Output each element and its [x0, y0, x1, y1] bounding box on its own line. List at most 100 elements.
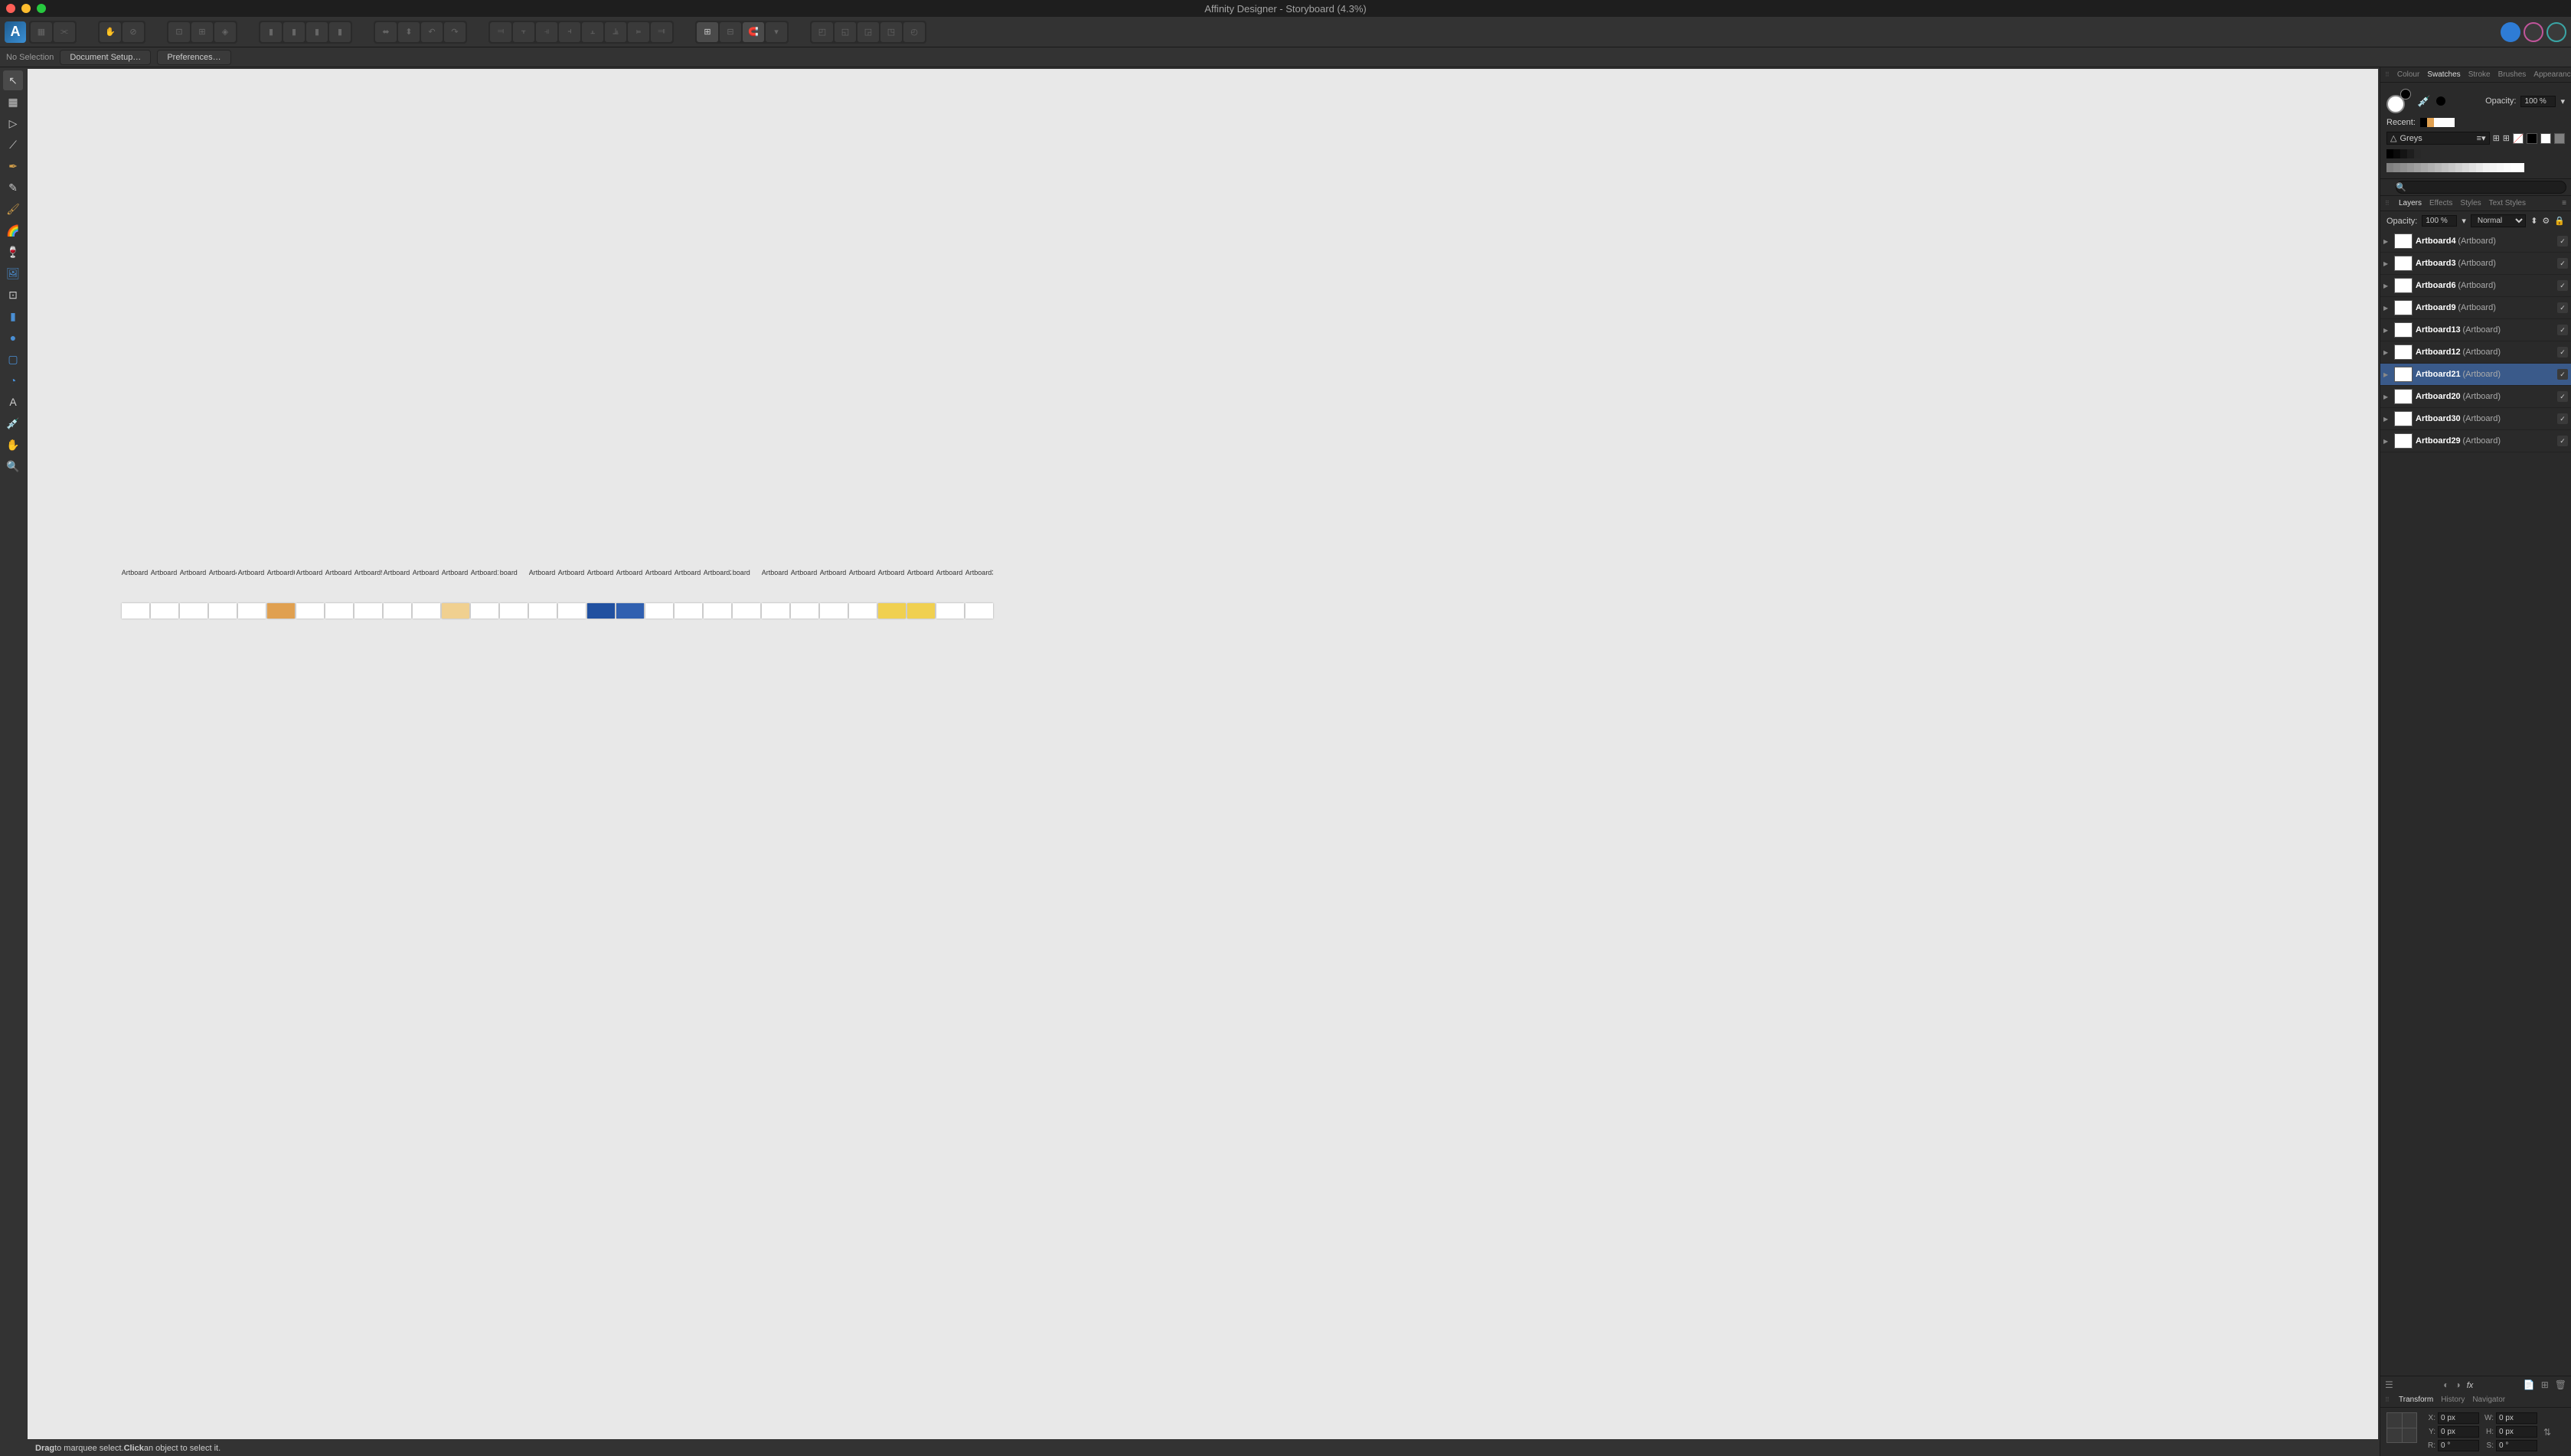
grey-swatch[interactable]: [2497, 163, 2504, 172]
flip-horizontal-icon[interactable]: ⬌: [375, 22, 397, 42]
artboard-tool-icon[interactable]: ▦: [3, 92, 23, 112]
insert-above-icon[interactable]: ◴: [903, 22, 925, 42]
expand-arrow-icon[interactable]: ▶: [2383, 393, 2391, 400]
grey-swatch[interactable]: [2386, 149, 2393, 158]
expand-arrow-icon[interactable]: ▶: [2383, 349, 2391, 356]
artboard[interactable]: [529, 603, 557, 619]
grey-swatch[interactable]: [2504, 163, 2511, 172]
artboard-label[interactable]: board: [500, 569, 528, 576]
align-middle-icon[interactable]: ⫠: [582, 22, 603, 42]
grey-swatch[interactable]: [2511, 163, 2517, 172]
text-tool-icon[interactable]: A: [3, 392, 23, 412]
designer-persona-icon[interactable]: [2501, 22, 2520, 42]
anchor-selector[interactable]: [2386, 1412, 2417, 1443]
artboard[interactable]: [878, 603, 906, 619]
artboard-label[interactable]: board: [733, 569, 760, 576]
pan-tool-icon[interactable]: ✋: [3, 435, 23, 455]
mask-icon[interactable]: ◐: [2443, 1379, 2448, 1390]
tab-brushes[interactable]: Brushes: [2498, 70, 2527, 79]
visibility-checkbox-icon[interactable]: ✓: [2557, 280, 2568, 291]
blend-gear-icon[interactable]: ⚙: [2542, 216, 2550, 226]
layer-row[interactable]: ▶Artboard13 (Artboard)✓: [2380, 319, 2571, 341]
tab-history[interactable]: History: [2441, 1396, 2465, 1404]
palette-add-icon[interactable]: ⊞: [2503, 133, 2510, 143]
artboard[interactable]: [384, 603, 411, 619]
order-back-icon[interactable]: ▮: [260, 22, 282, 42]
artboard[interactable]: [616, 603, 644, 619]
tab-swatches[interactable]: Swatches: [2427, 70, 2460, 79]
expand-arrow-icon[interactable]: ▶: [2383, 371, 2391, 378]
grey-swatch[interactable]: [2386, 163, 2393, 172]
layer-opacity-dropdown-icon[interactable]: ▾: [2462, 216, 2466, 226]
tab-navigator[interactable]: Navigator: [2472, 1396, 2505, 1404]
rectangle-tool-icon[interactable]: ▮: [3, 306, 23, 326]
visibility-checkbox-icon[interactable]: ✓: [2557, 436, 2568, 446]
align-left-icon[interactable]: ⫤: [490, 22, 511, 42]
artboard[interactable]: [558, 603, 586, 619]
add-layer-icon[interactable]: 📄: [2524, 1379, 2535, 1390]
artboard[interactable]: [296, 603, 324, 619]
artboard-label[interactable]: Artboard: [849, 569, 877, 576]
artboard-label[interactable]: Artboard: [558, 569, 586, 576]
fx-icon[interactable]: fx: [2467, 1379, 2474, 1390]
artboard[interactable]: [471, 603, 498, 619]
artboard-label[interactable]: Artboard: [936, 569, 964, 576]
swatch-search-input[interactable]: [2396, 181, 2566, 194]
recent-swatch[interactable]: [2427, 118, 2434, 127]
grey-swatch[interactable]: [2421, 163, 2428, 172]
document-setup-button[interactable]: Document Setup…: [60, 50, 151, 65]
grey-swatch[interactable]: [2448, 163, 2455, 172]
snap-diamond-icon[interactable]: ◈: [214, 22, 236, 42]
visibility-checkbox-icon[interactable]: ✓: [2557, 413, 2568, 424]
crop-tool-icon[interactable]: ⊡: [3, 285, 23, 305]
color-picker-tool-icon[interactable]: 💉: [3, 413, 23, 433]
visibility-checkbox-icon[interactable]: ✓: [2557, 302, 2568, 313]
artboard-label[interactable]: Artboard: [645, 569, 673, 576]
artboard-label[interactable]: Artboard: [907, 569, 935, 576]
grey-swatch[interactable]: [2435, 163, 2442, 172]
show-grid-icon[interactable]: ⊞: [697, 22, 718, 42]
artboard[interactable]: [733, 603, 760, 619]
layer-row[interactable]: ▶Artboard29 (Artboard)✓: [2380, 430, 2571, 452]
grey-swatch[interactable]: [2407, 149, 2414, 158]
ellipse-tool-icon[interactable]: ●: [3, 328, 23, 348]
artboard[interactable]: [209, 603, 237, 619]
w-input[interactable]: [2496, 1412, 2537, 1424]
opacity-input[interactable]: [2520, 96, 2556, 107]
artboard-label[interactable]: Artboard30: [965, 569, 993, 576]
close-button[interactable]: [6, 4, 15, 13]
opacity-dropdown-icon[interactable]: ▾: [2560, 96, 2565, 106]
pixel-persona-icon[interactable]: [2524, 22, 2543, 42]
artboard[interactable]: [645, 603, 673, 619]
tab-colour[interactable]: Colour: [2397, 70, 2419, 79]
greys-swatch-row-1[interactable]: [2386, 149, 2565, 158]
artboard[interactable]: [442, 603, 469, 619]
fill-tool-icon[interactable]: 🌈: [3, 220, 23, 240]
h-input[interactable]: [2496, 1426, 2537, 1438]
artboard[interactable]: [907, 603, 935, 619]
expand-arrow-icon[interactable]: ▶: [2383, 327, 2391, 334]
app-icon[interactable]: A: [5, 21, 26, 43]
grey-swatch[interactable]: [2442, 163, 2448, 172]
grey-swatch[interactable]: [2393, 149, 2400, 158]
layer-opacity-input[interactable]: [2422, 215, 2457, 227]
maximize-button[interactable]: [37, 4, 46, 13]
artboard[interactable]: [500, 603, 528, 619]
grey-swatch[interactable]: [2517, 163, 2524, 172]
expand-arrow-icon[interactable]: ▶: [2383, 416, 2391, 423]
artboard-label[interactable]: Artboard: [151, 569, 178, 576]
insert-inside-icon[interactable]: ◲: [858, 22, 879, 42]
artboard-label[interactable]: Artboard6: [267, 569, 295, 576]
distribute-horizontal-icon[interactable]: ⫢: [628, 22, 649, 42]
corner-swatch[interactable]: [2540, 133, 2551, 144]
visibility-checkbox-icon[interactable]: ✓: [2557, 369, 2568, 380]
artboard-label[interactable]: Artboard: [413, 569, 440, 576]
add-pixel-layer-icon[interactable]: ⊞: [2541, 1379, 2549, 1390]
artboard-label[interactable]: Artboard: [384, 569, 411, 576]
insert-behind-icon[interactable]: ◰: [812, 22, 833, 42]
layer-row[interactable]: ▶Artboard9 (Artboard)✓: [2380, 297, 2571, 319]
snap-dropdown-icon[interactable]: ▾: [766, 22, 787, 42]
grey-swatch[interactable]: [2428, 163, 2435, 172]
grey-swatch[interactable]: [2414, 149, 2421, 158]
snap-box-icon[interactable]: ⊡: [168, 22, 190, 42]
